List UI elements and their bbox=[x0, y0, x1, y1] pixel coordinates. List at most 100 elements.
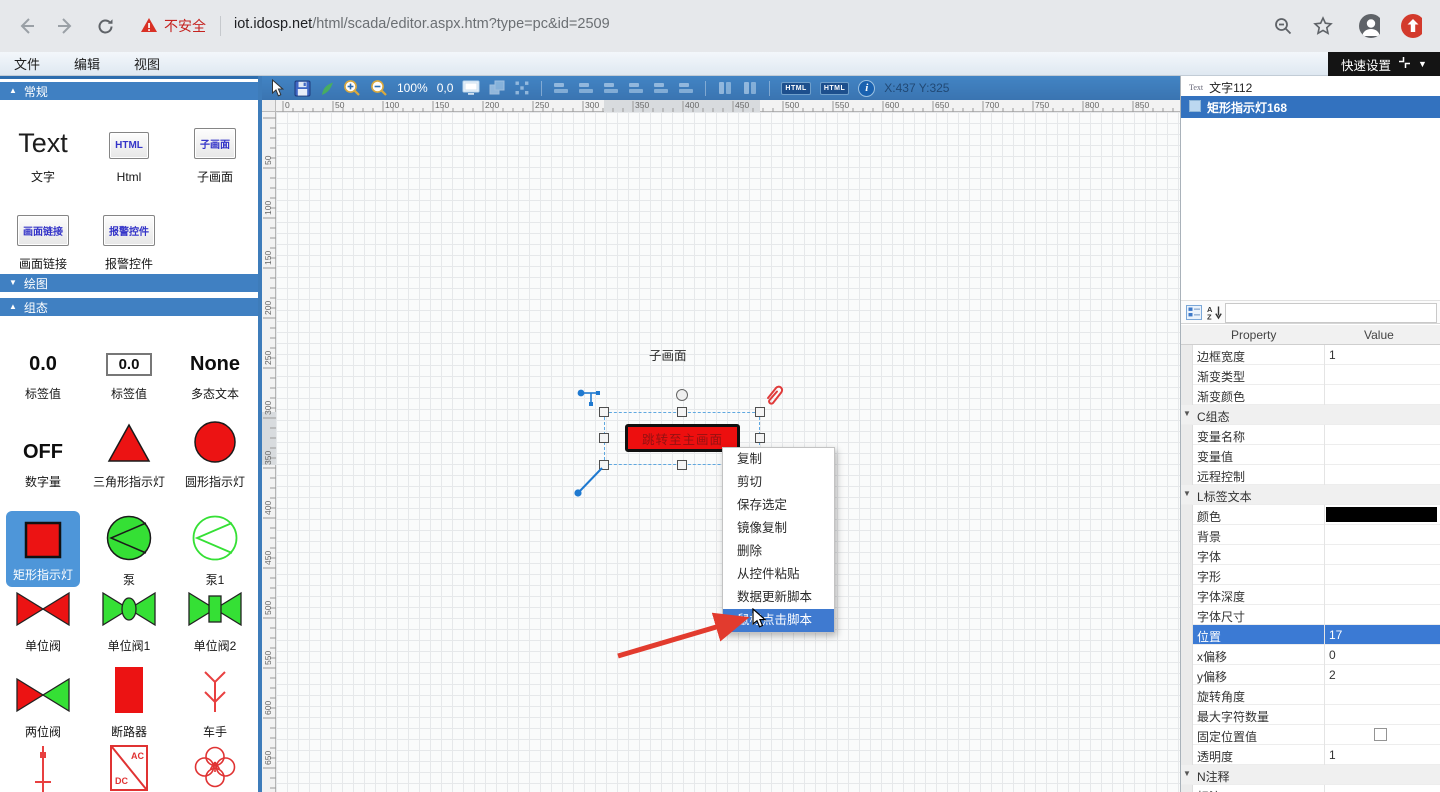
align-middle-icon[interactable] bbox=[653, 81, 669, 95]
palette-item-三角形指示灯[interactable]: 三角形指示灯 bbox=[86, 404, 172, 492]
palette-item-PT[interactable]: PT bbox=[172, 742, 258, 792]
property-row-渐变类型[interactable]: 渐变类型 bbox=[1181, 365, 1440, 385]
browser-reload-icon[interactable] bbox=[94, 15, 116, 37]
property-row-位置[interactable]: 位置17 bbox=[1181, 625, 1440, 645]
palette-item-单位阀2[interactable]: 单位阀2 bbox=[172, 590, 258, 656]
alphabetical-sort-icon[interactable]: AZ bbox=[1207, 305, 1223, 323]
palette-item-报警控件[interactable]: 报警控件报警控件 bbox=[86, 187, 172, 274]
property-row-旋转角度[interactable]: 旋转角度 bbox=[1181, 685, 1440, 705]
context-menu-item-从控件粘贴[interactable]: 从控件粘贴 bbox=[723, 563, 834, 586]
palette-item-泵[interactable]: 泵 bbox=[86, 492, 172, 590]
palette-item-矩形指示灯[interactable]: 矩形指示灯 bbox=[0, 492, 86, 590]
palette-item-文字[interactable]: Text文字 bbox=[0, 100, 86, 187]
align-right-icon[interactable] bbox=[603, 81, 619, 95]
zoom-out-icon[interactable] bbox=[370, 79, 388, 97]
info-icon[interactable]: i bbox=[858, 80, 875, 97]
palette-item-泵1[interactable]: 泵1 bbox=[172, 492, 258, 590]
profile-avatar[interactable] bbox=[1358, 15, 1380, 37]
palette-item-断路器[interactable]: 断路器 bbox=[86, 656, 172, 742]
fixed-position-checkbox[interactable] bbox=[1374, 728, 1387, 741]
palette-item-多态文本[interactable]: None多态文本 bbox=[172, 316, 258, 404]
property-row-字体[interactable]: 字体 bbox=[1181, 545, 1440, 565]
property-row-最大字符数量[interactable]: 最大字符数量 bbox=[1181, 705, 1440, 725]
property-filter-box[interactable] bbox=[1225, 303, 1437, 323]
ungroup-icon[interactable] bbox=[514, 80, 530, 96]
connection-marker-bottom[interactable] bbox=[572, 462, 608, 501]
context-menu-item-复制[interactable]: 复制 bbox=[723, 448, 834, 471]
bookmark-star-icon[interactable] bbox=[1312, 15, 1334, 37]
palette-item-标签值[interactable]: 0.0标签值 bbox=[0, 316, 86, 404]
property-row-C组态[interactable]: ▼C组态 bbox=[1181, 405, 1440, 425]
palette-item-画面链接[interactable]: 画面链接画面链接 bbox=[0, 187, 86, 274]
property-row-透明度[interactable]: 透明度1 bbox=[1181, 745, 1440, 765]
browser-forward-icon[interactable] bbox=[54, 15, 76, 37]
context-menu-item-剪切[interactable]: 剪切 bbox=[723, 471, 834, 494]
save-icon[interactable] bbox=[294, 80, 311, 97]
property-row-x偏移[interactable]: x偏移0 bbox=[1181, 645, 1440, 665]
align-left-icon[interactable] bbox=[553, 81, 569, 95]
connection-marker-top[interactable] bbox=[576, 386, 606, 413]
property-row-颜色[interactable]: 颜色 bbox=[1181, 505, 1440, 525]
property-row-字体尺寸[interactable]: 字体尺寸 bbox=[1181, 605, 1440, 625]
palette-item-圆形指示灯[interactable]: 圆形指示灯 bbox=[172, 404, 258, 492]
menu-item-3[interactable]: 视图 bbox=[134, 54, 160, 73]
html-code-badge-button[interactable]: HTML bbox=[781, 82, 810, 95]
section-header-常规[interactable]: ▲常规 bbox=[0, 82, 258, 100]
menu-item-2[interactable]: 编辑 bbox=[74, 54, 100, 73]
property-row-背景[interactable]: 背景 bbox=[1181, 525, 1440, 545]
address-bar[interactable]: iot.idosp.net/html/scada/editor.aspx.htm… bbox=[234, 16, 610, 32]
section-header-绘图[interactable]: ▼绘图 bbox=[0, 274, 258, 292]
paperclip-icon[interactable] bbox=[763, 384, 785, 411]
resize-handle-4[interactable] bbox=[599, 433, 609, 443]
group-collapse-icon[interactable]: ▼ bbox=[1183, 489, 1191, 498]
object-tree-item-矩形指示灯168[interactable]: 矩形指示灯168 bbox=[1181, 96, 1440, 118]
align-top-icon[interactable] bbox=[628, 81, 644, 95]
object-tree-item-文字112[interactable]: Text文字112 bbox=[1181, 78, 1440, 96]
palette-item-逆变器[interactable]: ACDC逆变器 bbox=[86, 742, 172, 792]
group-collapse-icon[interactable]: ▼ bbox=[1183, 769, 1191, 778]
property-row-N注释[interactable]: ▼N注释 bbox=[1181, 765, 1440, 785]
resize-handle-7[interactable] bbox=[677, 460, 687, 470]
property-row-远程控制[interactable]: 远程控制 bbox=[1181, 465, 1440, 485]
section-header-组态[interactable]: ▲组态 bbox=[0, 298, 258, 316]
context-menu-item-数据更新脚本[interactable]: 数据更新脚本 bbox=[723, 586, 834, 609]
same-height-icon[interactable] bbox=[742, 81, 758, 95]
property-row-渐变颜色[interactable]: 渐变颜色 bbox=[1181, 385, 1440, 405]
color-swatch[interactable] bbox=[1326, 507, 1437, 522]
palette-item-子画面[interactable]: 子画面子画面 bbox=[172, 100, 258, 187]
context-menu-item-镜像复制[interactable]: 镜像复制 bbox=[723, 517, 834, 540]
property-row-字体深度[interactable]: 字体深度 bbox=[1181, 585, 1440, 605]
property-row-边框宽度[interactable]: 边框宽度1 bbox=[1181, 345, 1440, 365]
palette-item-数字量[interactable]: OFF数字量 bbox=[0, 404, 86, 492]
subscreen-label[interactable]: 子画面 bbox=[649, 345, 687, 364]
pointer-icon[interactable] bbox=[271, 79, 285, 97]
property-row-L标签文本[interactable]: ▼L标签文本 bbox=[1181, 485, 1440, 505]
design-canvas[interactable]: 子画面 跳转至主画面 复制剪切保存选定镜像复制删除从控件粘贴数据更新脚本鼠标点击… bbox=[276, 112, 1180, 792]
browser-back-icon[interactable] bbox=[16, 15, 38, 37]
property-row-变量名称[interactable]: 变量名称 bbox=[1181, 425, 1440, 445]
group-collapse-icon[interactable]: ▼ bbox=[1183, 409, 1191, 418]
run-icon[interactable] bbox=[320, 81, 334, 96]
same-width-icon[interactable] bbox=[717, 81, 733, 95]
palette-item-Html[interactable]: HTMLHtml bbox=[86, 100, 172, 187]
palette-item-刀闸[interactable]: 刀闸 bbox=[0, 742, 86, 792]
zoom-out-page-icon[interactable] bbox=[1272, 15, 1294, 37]
resize-handle-5[interactable] bbox=[755, 433, 765, 443]
monitor-icon[interactable] bbox=[462, 80, 480, 96]
align-center-icon[interactable] bbox=[578, 81, 594, 95]
align-bottom-icon[interactable] bbox=[678, 81, 694, 95]
quick-settings[interactable]: 快速设置 ▼ bbox=[1328, 52, 1440, 76]
palette-item-车手[interactable]: 车手 bbox=[172, 656, 258, 742]
context-menu-item-删除[interactable]: 删除 bbox=[723, 540, 834, 563]
property-row-变量值[interactable]: 变量值 bbox=[1181, 445, 1440, 465]
property-row-y偏移[interactable]: y偏移2 bbox=[1181, 665, 1440, 685]
group-icon[interactable] bbox=[489, 80, 505, 96]
resize-handle-2[interactable] bbox=[677, 407, 687, 417]
html-preview-badge-button[interactable]: HTML bbox=[820, 82, 849, 95]
site-security[interactable]: 不安全 bbox=[140, 14, 206, 38]
palette-item-单位阀1[interactable]: 单位阀1 bbox=[86, 590, 172, 656]
context-menu-item-保存选定[interactable]: 保存选定 bbox=[723, 494, 834, 517]
palette-item-两位阀[interactable]: 两位阀 bbox=[0, 656, 86, 742]
property-row-标注[interactable]: 标注 bbox=[1181, 785, 1440, 792]
categorized-view-icon[interactable] bbox=[1186, 305, 1202, 323]
